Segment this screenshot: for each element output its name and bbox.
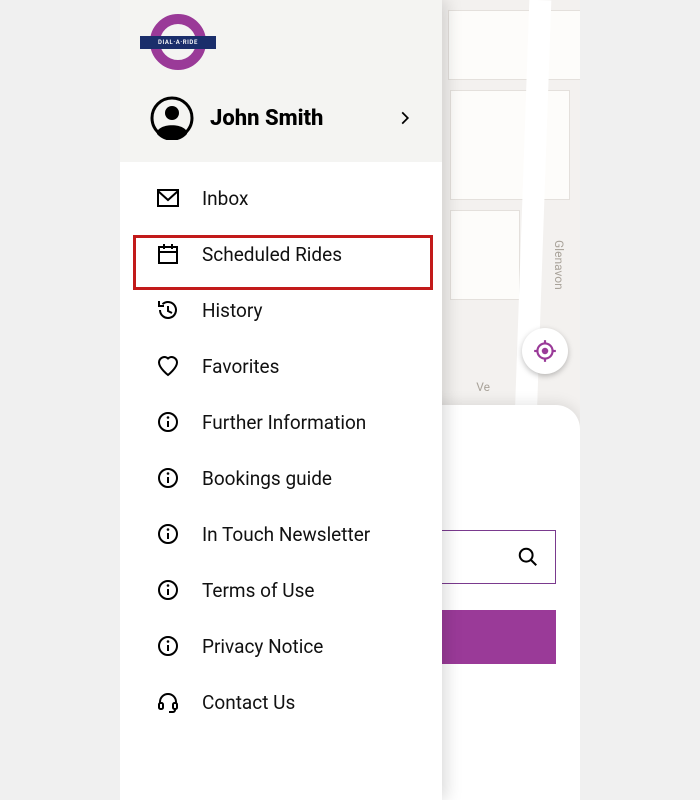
info-icon — [156, 578, 180, 602]
crosshair-icon — [532, 338, 558, 364]
menu-item-label: Privacy Notice — [202, 635, 323, 658]
menu-item-further-information[interactable]: Further Information — [120, 394, 442, 450]
history-icon — [156, 298, 180, 322]
side-drawer: DIAL·A·RIDE John Smith Inbox Scheduled R… — [120, 0, 442, 800]
menu-item-label: Terms of Use — [202, 579, 314, 602]
menu-item-scheduled-rides[interactable]: Scheduled Rides — [120, 226, 442, 282]
avatar-icon — [150, 96, 194, 140]
map-building — [448, 10, 580, 80]
info-icon — [156, 522, 180, 546]
drawer-menu: Inbox Scheduled Rides History Favorites … — [120, 162, 442, 800]
calendar-icon — [156, 242, 180, 266]
info-icon — [156, 410, 180, 434]
menu-item-terms[interactable]: Terms of Use — [120, 562, 442, 618]
brand-logo: DIAL·A·RIDE — [150, 14, 206, 70]
menu-item-privacy[interactable]: Privacy Notice — [120, 618, 442, 674]
menu-item-history[interactable]: History — [120, 282, 442, 338]
menu-item-label: Scheduled Rides — [202, 243, 342, 266]
info-icon — [156, 466, 180, 490]
app-viewport: Glenavon Ve Jun, 07:50 DIAL·A·RIDE — [120, 0, 580, 800]
username-label: John Smith — [210, 106, 382, 131]
menu-item-label: Further Information — [202, 411, 366, 434]
map-building — [450, 90, 570, 200]
menu-item-label: Favorites — [202, 355, 279, 378]
headset-icon — [156, 690, 180, 714]
locate-me-button[interactable] — [522, 328, 568, 374]
logo-text: DIAL·A·RIDE — [158, 39, 198, 46]
logo-bar: DIAL·A·RIDE — [140, 36, 216, 49]
info-icon — [156, 634, 180, 658]
mail-icon — [156, 186, 180, 210]
heart-icon — [156, 354, 180, 378]
street-label: Glenavon — [552, 240, 566, 290]
profile-button[interactable]: John Smith — [150, 96, 412, 140]
menu-item-favorites[interactable]: Favorites — [120, 338, 442, 394]
menu-item-bookings-guide[interactable]: Bookings guide — [120, 450, 442, 506]
chevron-right-icon — [398, 111, 412, 125]
menu-item-label: History — [202, 299, 262, 322]
menu-item-label: Bookings guide — [202, 467, 332, 490]
menu-item-label: In Touch Newsletter — [202, 523, 370, 546]
street-label: Ve — [476, 380, 490, 394]
menu-item-label: Contact Us — [202, 691, 295, 714]
menu-item-newsletter[interactable]: In Touch Newsletter — [120, 506, 442, 562]
menu-item-label: Inbox — [202, 187, 248, 210]
menu-item-inbox[interactable]: Inbox — [120, 170, 442, 226]
menu-item-contact[interactable]: Contact Us — [120, 674, 442, 730]
search-icon — [517, 546, 539, 568]
drawer-header: DIAL·A·RIDE John Smith — [120, 0, 442, 162]
map-building — [450, 210, 520, 300]
